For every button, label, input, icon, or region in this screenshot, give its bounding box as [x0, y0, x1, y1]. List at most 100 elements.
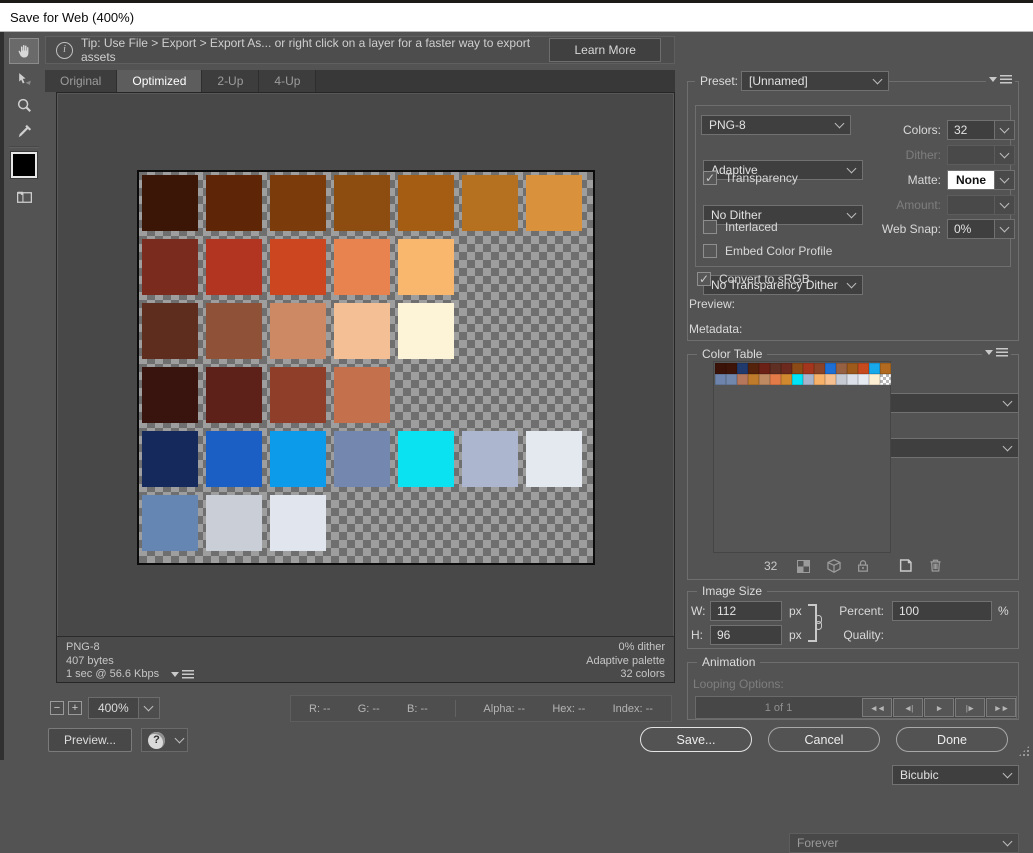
preview-in-browser-button[interactable]: Preview...	[48, 728, 132, 752]
dialog-title: Save for Web (400%)	[10, 10, 134, 25]
convert-srgb-checkbox[interactable]: ✓	[697, 272, 711, 286]
color-table-swatch[interactable]	[781, 363, 792, 374]
color-table-swatch[interactable]	[759, 363, 770, 374]
hand-tool-button[interactable]	[9, 38, 39, 64]
first-frame-button[interactable]: ◄◄	[862, 698, 892, 717]
dither-swatch-icon[interactable]	[797, 560, 810, 573]
color-table-swatch[interactable]	[715, 374, 726, 385]
image-swatch-row	[142, 175, 590, 231]
format-status: PNG-8	[66, 641, 197, 655]
color-table-swatch[interactable]	[869, 363, 880, 374]
delete-color-icon[interactable]	[927, 557, 944, 574]
image-color-swatch	[398, 431, 454, 487]
color-table-panel	[713, 361, 891, 553]
color-table-swatch[interactable]	[792, 363, 803, 374]
image-preview[interactable]	[137, 170, 595, 565]
colors-chevron-button[interactable]	[995, 120, 1015, 140]
color-table-swatch[interactable]	[759, 374, 770, 385]
new-color-icon[interactable]	[897, 557, 914, 574]
tab-optimized[interactable]: Optimized	[117, 70, 202, 92]
color-table-swatch[interactable]	[737, 363, 748, 374]
image-color-swatch	[206, 431, 262, 487]
tab-2-up[interactable]: 2-Up	[202, 70, 259, 92]
tab-original[interactable]: Original	[45, 70, 117, 92]
color-table-swatch[interactable]	[770, 374, 781, 385]
color-table-swatch[interactable]	[836, 363, 847, 374]
color-table-swatch[interactable]	[748, 363, 759, 374]
color-table-swatch[interactable]	[847, 363, 858, 374]
matte-spinner[interactable]: None	[947, 170, 1015, 190]
color-table-swatch[interactable]	[858, 363, 869, 374]
tab-4-up[interactable]: 4-Up	[259, 70, 316, 92]
color-table-swatch[interactable]	[847, 374, 858, 385]
color-table-swatch[interactable]	[781, 374, 792, 385]
zoom-level-select[interactable]: 400%	[88, 697, 160, 719]
height-input[interactable]	[710, 625, 782, 645]
zoom-out-button[interactable]: −	[50, 701, 64, 715]
window-resize-grip[interactable]	[1018, 745, 1030, 757]
dialog-title-bar[interactable]: Save for Web (400%)	[0, 3, 1033, 32]
zoom-in-button[interactable]: +	[68, 701, 82, 715]
browser-select-chevron[interactable]	[171, 728, 188, 752]
lock-color-icon[interactable]	[855, 558, 871, 574]
slice-select-tool-button[interactable]	[9, 66, 39, 92]
color-table-swatch[interactable]	[869, 374, 880, 385]
percent-label: Percent:	[832, 604, 884, 618]
default-browser-button[interactable]: ?	[141, 728, 172, 752]
colors-spinner[interactable]: 32	[947, 120, 1015, 140]
cancel-button[interactable]: Cancel	[768, 727, 880, 752]
image-color-swatch	[270, 495, 326, 551]
download-speed-menu-icon[interactable]	[168, 670, 197, 679]
quality-dropdown[interactable]: Bicubic	[892, 765, 1019, 785]
color-table-swatch[interactable]	[858, 374, 869, 385]
slices-visibility-icon	[15, 189, 34, 206]
eyedropper-tool-button[interactable]	[9, 118, 39, 144]
play-button[interactable]: ►	[924, 698, 954, 717]
image-color-swatch	[270, 431, 326, 487]
color-table-swatch[interactable]	[814, 363, 825, 374]
toggle-slices-visibility-button[interactable]	[9, 184, 39, 210]
save-button[interactable]: Save...	[640, 727, 752, 752]
format-dropdown[interactable]: PNG-8	[701, 115, 851, 135]
percent-input[interactable]	[892, 601, 992, 621]
zoom-tool-button[interactable]	[9, 92, 39, 118]
color-table-swatch[interactable]	[836, 374, 847, 385]
embed-color-profile-checkbox[interactable]	[703, 244, 717, 258]
next-frame-button[interactable]: |►	[955, 698, 985, 717]
color-table-swatch[interactable]	[880, 363, 891, 374]
color-table-swatch[interactable]	[792, 374, 803, 385]
web-snap-chevron-button[interactable]	[995, 219, 1015, 239]
width-input[interactable]	[710, 601, 782, 621]
preset-label: Preset:	[695, 74, 743, 88]
preset-menu-icon[interactable]	[986, 75, 1015, 84]
eyedropper-color-swatch[interactable]	[11, 152, 37, 178]
learn-more-button[interactable]: Learn More	[549, 38, 661, 62]
color-table-swatch[interactable]	[726, 374, 737, 385]
color-table-menu-icon[interactable]	[982, 348, 1011, 357]
preset-dropdown[interactable]: [Unnamed]	[741, 71, 889, 91]
color-table-swatch[interactable]	[715, 363, 726, 374]
view-tabs: OriginalOptimized2-Up4-Up	[45, 70, 675, 92]
image-color-swatch	[398, 303, 454, 359]
color-table-swatch[interactable]	[726, 363, 737, 374]
last-frame-button[interactable]: ►►	[986, 698, 1016, 717]
interlaced-checkbox[interactable]	[703, 220, 717, 234]
color-table-swatch[interactable]	[737, 374, 748, 385]
height-label: H:	[691, 628, 703, 642]
color-table-swatch[interactable]	[825, 363, 836, 374]
matte-chevron-button[interactable]	[995, 170, 1015, 190]
previous-frame-button[interactable]: ◄|	[893, 698, 923, 717]
color-table-swatch[interactable]	[770, 363, 781, 374]
color-table-swatch[interactable]	[814, 374, 825, 385]
color-table-swatch[interactable]	[825, 374, 836, 385]
link-dimensions-icon[interactable]	[814, 615, 822, 630]
web-shift-icon[interactable]	[826, 558, 842, 574]
color-table-swatch[interactable]	[748, 374, 759, 385]
transparency-checkbox[interactable]: ✓	[703, 171, 717, 185]
done-button[interactable]: Done	[896, 727, 1008, 752]
web-snap-spinner[interactable]: 0%	[947, 219, 1015, 239]
zoom-chevron-button[interactable]	[139, 697, 160, 719]
color-table-swatch[interactable]	[803, 363, 814, 374]
color-table-swatch[interactable]	[803, 374, 814, 385]
color-table-transparency-swatch[interactable]	[880, 374, 891, 385]
